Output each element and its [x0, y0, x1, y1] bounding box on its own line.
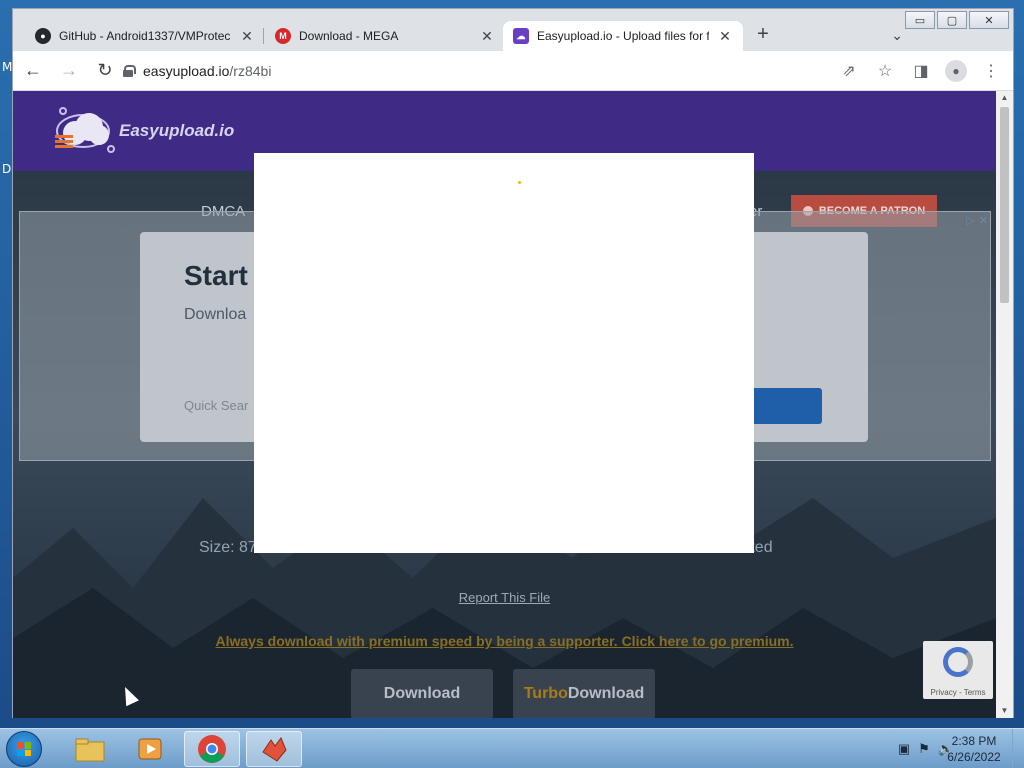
github-icon: ● — [35, 28, 51, 44]
taskbar-chrome[interactable] — [184, 731, 240, 767]
taskbar: ▣ ⚑ 🔈 2:38 PM 6/26/2022 — [0, 728, 1024, 768]
recaptcha-badge[interactable]: Privacy - Terms — [923, 641, 993, 699]
menu-kebab-icon[interactable]: ⋮ — [979, 55, 1003, 87]
lock-icon[interactable] — [123, 65, 136, 77]
easyupload-logo-icon[interactable] — [53, 105, 117, 157]
minimize-button[interactable]: ▭ — [905, 11, 935, 29]
tab-title: GitHub - Android1337/VMProtec — [59, 29, 231, 43]
scroll-up-arrow[interactable]: ▲ — [996, 91, 1013, 105]
turbo-download-label: Download — [567, 685, 645, 702]
tab-strip: ● GitHub - Android1337/VMProtec ✕ M Down… — [13, 9, 1013, 51]
back-button[interactable]: ← — [17, 55, 49, 87]
recaptcha-icon — [943, 647, 973, 677]
tab-easyupload[interactable]: ☁ Easyupload.io - Upload files for f ✕ — [503, 21, 743, 51]
desktop-label-m: M — [2, 60, 13, 74]
page-viewport: Easyupload.io DMCA er BECOME A PATRON ▷ … — [13, 91, 996, 718]
scroll-down-arrow[interactable]: ▼ — [996, 704, 1013, 718]
forward-button[interactable]: → — [53, 55, 85, 87]
media-player-icon — [138, 738, 162, 760]
reload-button[interactable]: ↻ — [89, 55, 121, 87]
taskbar-explorer[interactable] — [62, 731, 118, 767]
report-file-link[interactable]: Report This File — [13, 590, 996, 605]
window-controls: ▭ ▢ ✕ — [905, 11, 1009, 29]
clock-date: 6/26/2022 — [947, 750, 1001, 764]
close-icon[interactable]: ✕ — [239, 28, 255, 45]
tab-title: Download - MEGA — [299, 29, 399, 43]
desktop-label-d: D — [2, 162, 12, 176]
network-icon[interactable]: ▣ — [898, 741, 910, 757]
app-red-icon — [262, 737, 287, 762]
bookmark-star-icon[interactable]: ☆ — [873, 55, 897, 87]
flag-icon[interactable]: ⚑ — [918, 741, 930, 757]
scroll-thumb[interactable] — [1000, 107, 1009, 303]
blank-popup-overlay[interactable] — [254, 153, 754, 553]
page-scrollbar[interactable]: ▲ ▼ — [996, 91, 1013, 718]
logo-text[interactable]: Easyupload.io — [119, 121, 234, 141]
show-desktop-button[interactable] — [1012, 729, 1024, 768]
turbo-label: Turbo — [523, 685, 568, 702]
taskbar-media-player[interactable] — [122, 731, 178, 767]
url-host: easyupload.io — [143, 63, 230, 79]
tab-github[interactable]: ● GitHub - Android1337/VMProtec ✕ — [25, 21, 265, 51]
turbo-download-button[interactable]: Turbo Download — [513, 669, 655, 718]
ad-info-icon[interactable]: ▷ — [966, 214, 974, 227]
file-size-text: Size: 87 — [199, 539, 257, 556]
url-path: /rz84bi — [229, 63, 272, 79]
tab-separator — [263, 28, 264, 44]
ad-close-icon[interactable]: ✕ — [979, 214, 988, 227]
ad-subtitle: Downloa — [184, 306, 247, 323]
browser-toolbar: ← → ↻ easyupload.io/rz84bi ⇗ ☆ ◨ ● ⋮ — [13, 51, 1013, 91]
folder-icon — [75, 738, 105, 762]
ad-title: Start — [184, 260, 248, 291]
side-panel-icon[interactable]: ◨ — [909, 55, 933, 87]
browser-window: ● GitHub - Android1337/VMProtec ✕ M Down… — [12, 8, 1014, 718]
taskbar-clock[interactable]: 2:38 PM 6/26/2022 — [944, 733, 1004, 765]
recaptcha-terms[interactable]: Privacy - Terms — [923, 688, 993, 697]
clock-time: 2:38 PM — [951, 734, 997, 748]
share-icon[interactable]: ⇗ — [837, 55, 861, 87]
chrome-icon — [198, 735, 226, 763]
new-tab-button[interactable]: + — [751, 23, 775, 46]
maximize-button[interactable]: ▢ — [937, 11, 967, 29]
tab-title: Easyupload.io - Upload files for f — [537, 29, 709, 43]
windows-logo-icon — [17, 742, 31, 756]
profile-avatar[interactable]: ● — [945, 60, 967, 82]
toolbar-actions: ⇗ ☆ ◨ ● ⋮ — [837, 55, 1003, 87]
close-window-button[interactable]: ✕ — [969, 11, 1009, 29]
address-bar[interactable]: easyupload.io/rz84bi — [123, 57, 743, 85]
close-icon[interactable]: ✕ — [479, 28, 495, 45]
close-icon[interactable]: ✕ — [717, 28, 733, 45]
ad-choices[interactable]: ▷ ✕ — [966, 214, 988, 227]
url-text: easyupload.io/rz84bi — [143, 63, 271, 79]
premium-link[interactable]: Always download with premium speed by be… — [13, 633, 996, 649]
tab-search-button[interactable]: ⌄ — [891, 27, 903, 44]
easyupload-icon: ☁ — [513, 28, 529, 44]
download-button[interactable]: Download — [351, 669, 493, 718]
taskbar-app-red[interactable] — [246, 731, 302, 767]
start-button[interactable] — [6, 731, 42, 767]
tab-mega[interactable]: M Download - MEGA ✕ — [265, 21, 505, 51]
loading-dot — [518, 181, 521, 184]
ad-search-hint: Quick Sear — [184, 398, 249, 413]
mega-icon: M — [275, 28, 291, 44]
